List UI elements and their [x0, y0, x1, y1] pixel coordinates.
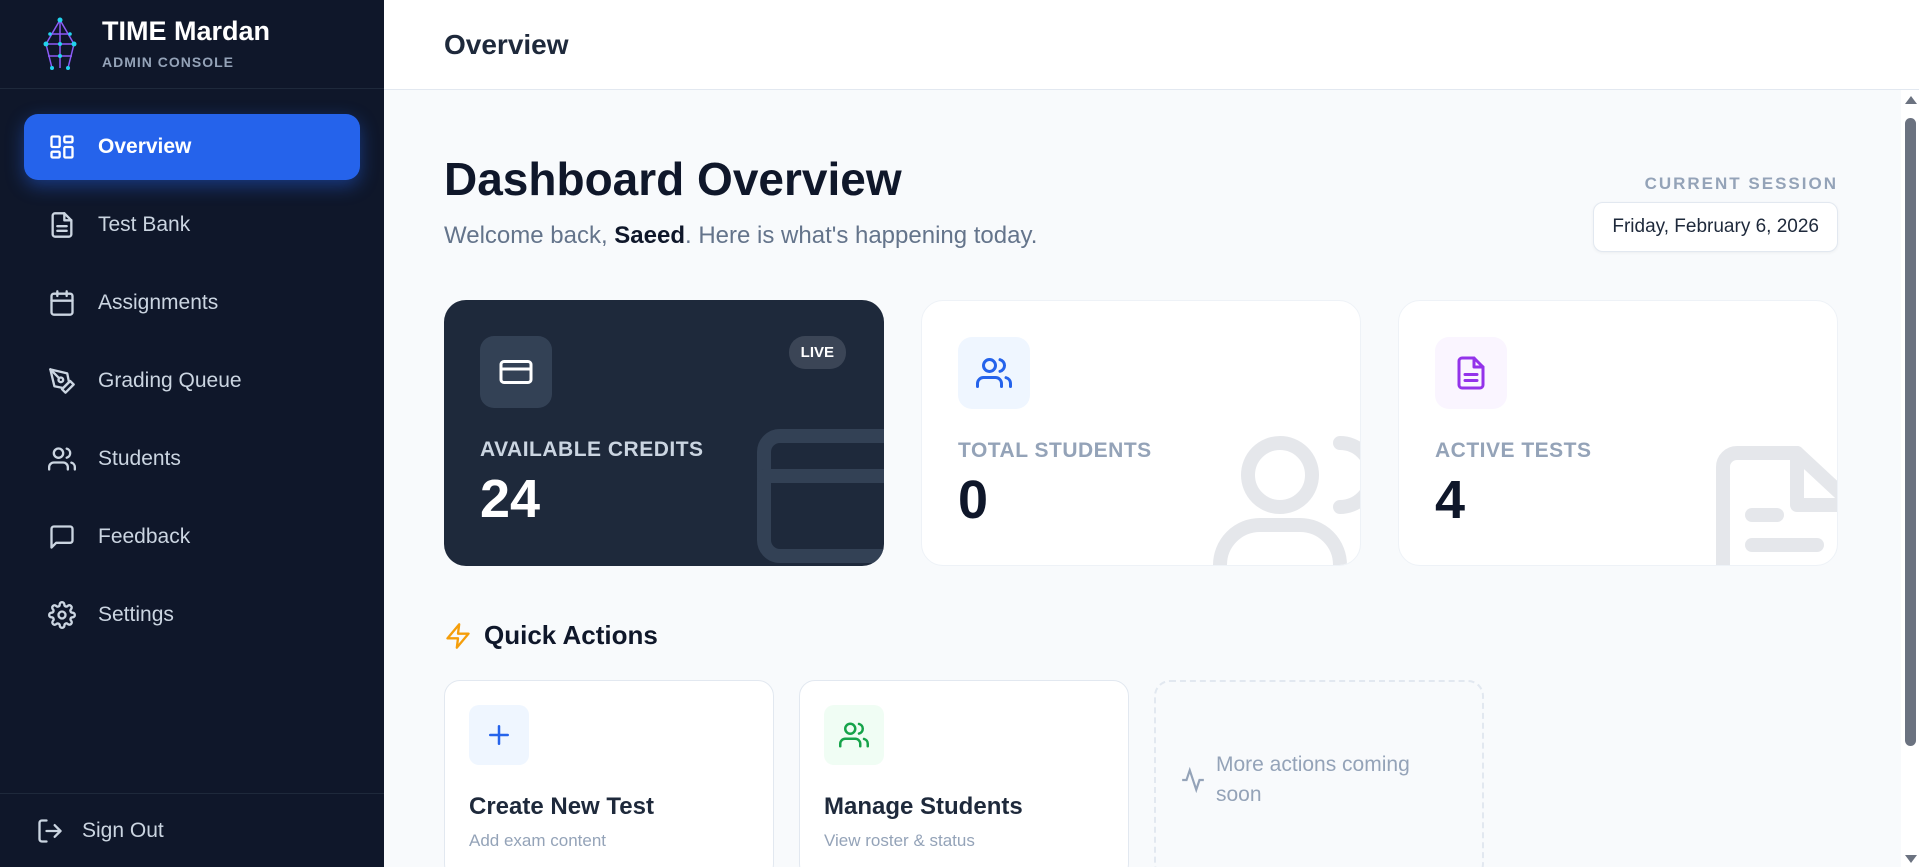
sidebar-item-label: Overview [98, 135, 192, 158]
page-title: Overview [444, 28, 569, 60]
scroll-up-arrow-icon[interactable] [1905, 96, 1917, 104]
welcome-suffix: . Here is what's happening today. [685, 222, 1038, 249]
file-text-icon [51, 212, 73, 238]
more-actions-placeholder: More actions coming soon [1154, 680, 1484, 867]
credit-card-icon-box [480, 336, 552, 408]
brand-subtitle: ADMIN CONSOLE [102, 54, 234, 70]
welcome-name: Saeed [614, 222, 686, 249]
file-text-icon-box [1435, 337, 1507, 409]
session-date: Friday, February 6, 2026 [1593, 202, 1838, 252]
stat-card-students: TOTAL STUDENTS 0 [921, 300, 1361, 566]
sidebar-nav: Overview Test Bank Assignments Grading Q… [24, 114, 360, 660]
quick-action-subtitle: Add exam content [469, 831, 607, 850]
users-icon [839, 722, 869, 748]
welcome-text: Welcome back, Saeed. Here is what's happ… [444, 222, 1037, 250]
plus-icon-box [469, 705, 529, 765]
message-square-icon [50, 525, 74, 549]
welcome-prefix: Welcome back, [444, 222, 615, 249]
activity-icon [1182, 767, 1204, 793]
log-out-icon [38, 818, 62, 843]
pen-tool-icon [49, 368, 75, 394]
stat-card-tests: ACTIVE TESTS 4 [1398, 300, 1838, 566]
file-text-watermark-icon [1716, 446, 1837, 565]
quick-action-title: Manage Students [824, 793, 1023, 820]
sidebar: TIME Mardan ADMIN CONSOLE Overview Test … [0, 0, 384, 867]
sidebar-item-label: Settings [98, 603, 174, 626]
scroll-down-arrow-icon[interactable] [1905, 855, 1917, 863]
brand: TIME Mardan ADMIN CONSOLE [0, 0, 384, 89]
credit-card-watermark-icon [757, 429, 884, 563]
users-icon [48, 447, 76, 471]
topbar: Overview [384, 0, 1919, 90]
sidebar-item-assignments[interactable]: Assignments [24, 270, 360, 336]
manage-students-card[interactable]: Manage Students View roster & status [799, 680, 1129, 867]
logo-icon [43, 17, 77, 70]
users-icon [976, 358, 1012, 388]
quick-action-title: Create New Test [469, 793, 654, 820]
sidebar-item-label: Grading Queue [98, 369, 242, 392]
users-watermark-icon [1213, 436, 1360, 565]
quick-action-subtitle: View roster & status [824, 831, 975, 850]
layout-grid-icon [50, 135, 74, 159]
calendar-icon [50, 290, 74, 316]
sidebar-item-grading-queue[interactable]: Grading Queue [24, 348, 360, 414]
users-icon-box [824, 705, 884, 765]
sidebar-item-label: Students [98, 447, 181, 470]
sidebar-item-label: Assignments [98, 291, 219, 314]
users-icon-box [958, 337, 1030, 409]
placeholder-text: More actions coming soon [1216, 752, 1410, 806]
main-content: Dashboard Overview Welcome back, Saeed. … [444, 90, 1838, 867]
brand-title: TIME Mardan [102, 16, 271, 46]
session-label: CURRENT SESSION [1644, 174, 1838, 193]
credit-card-icon [499, 360, 533, 384]
file-text-icon [1457, 356, 1485, 390]
sidebar-item-overview[interactable]: Overview [24, 114, 360, 180]
sidebar-item-students[interactable]: Students [24, 426, 360, 492]
sidebar-item-label: Test Bank [98, 213, 191, 236]
sidebar-item-test-bank[interactable]: Test Bank [24, 192, 360, 258]
sign-out-label: Sign Out [82, 818, 164, 842]
sign-out-button[interactable]: Sign Out [0, 793, 384, 867]
plus-icon [489, 725, 509, 745]
lightning-icon [446, 622, 470, 649]
sidebar-item-feedback[interactable]: Feedback [24, 504, 360, 570]
quick-actions-heading: Quick Actions [444, 620, 658, 651]
quick-actions-title: Quick Actions [484, 620, 658, 650]
create-new-test-card[interactable]: Create New Test Add exam content [444, 680, 774, 867]
live-badge: LIVE [788, 336, 846, 369]
sidebar-item-label: Feedback [98, 525, 191, 548]
dashboard-title: Dashboard Overview [444, 153, 902, 205]
stat-card-credits: LIVE AVAILABLE CREDITS 24 [444, 300, 884, 566]
scrollbar[interactable] [1901, 90, 1919, 867]
sidebar-item-settings[interactable]: Settings [24, 582, 360, 648]
gear-icon [48, 601, 76, 629]
scroll-thumb[interactable] [1905, 118, 1916, 746]
